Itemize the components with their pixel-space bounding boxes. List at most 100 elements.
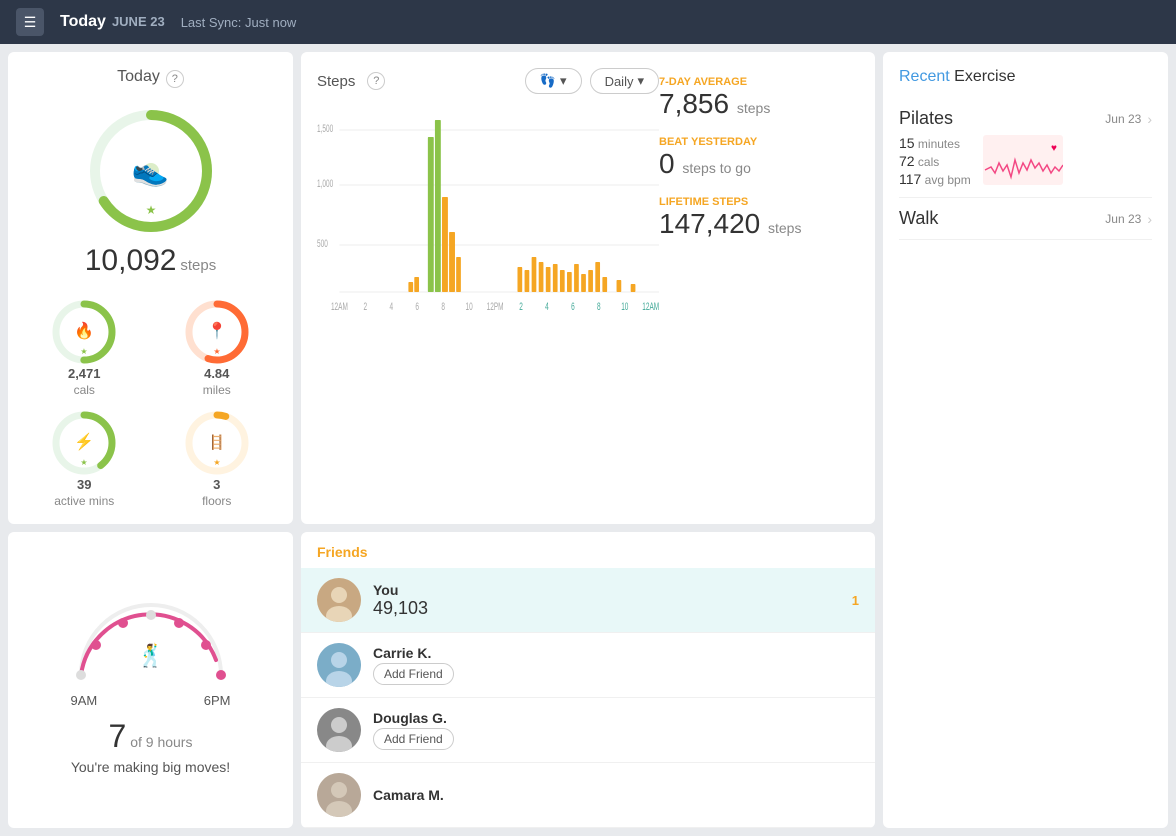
svg-text:★: ★ xyxy=(213,458,220,467)
lifetime-unit: steps xyxy=(768,220,801,236)
friend-avatar-douglas xyxy=(317,708,361,752)
svg-text:📍: 📍 xyxy=(207,321,227,340)
sleep-end: 6PM xyxy=(204,693,231,708)
today-help[interactable]: ? xyxy=(166,70,184,88)
sleep-arc-svg: 🕺 xyxy=(61,585,241,685)
beat-yesterday-unit: steps to go xyxy=(682,160,751,176)
last-sync: Last Sync: Just now xyxy=(181,15,297,30)
floors-value: 3 xyxy=(213,477,220,492)
heart-rate-chart: ♥ xyxy=(983,135,1063,185)
cals-label: cals xyxy=(74,383,95,397)
walk-chevron: › xyxy=(1147,211,1152,227)
svg-text:500: 500 xyxy=(317,237,328,249)
svg-text:🪜: 🪜 xyxy=(208,434,225,451)
friend-item-douglas: Douglas G. Add Friend xyxy=(301,698,875,763)
friend-rank-you: 1 xyxy=(852,593,859,608)
steps-ring: ★ 👟 xyxy=(86,106,216,236)
header-date: JUNE 23 xyxy=(112,14,165,29)
svg-text:4: 4 xyxy=(389,300,393,312)
today-title: Today xyxy=(117,68,160,86)
cals-stat: 🔥 ★ 2,471 cals xyxy=(24,298,145,397)
friend-avatar-carrie xyxy=(317,643,361,687)
active-mins-value: 39 xyxy=(77,477,91,492)
cals-value: 2,471 xyxy=(68,366,101,381)
chevron-down-icon: ▾ xyxy=(560,73,567,89)
svg-text:4: 4 xyxy=(545,300,549,312)
sleep-caption: You're making big moves! xyxy=(71,759,230,775)
pilates-bpm: 117 avg bpm xyxy=(899,171,971,187)
add-friend-carrie[interactable]: Add Friend xyxy=(373,663,454,685)
svg-text:6: 6 xyxy=(571,300,575,312)
svg-text:★: ★ xyxy=(81,347,88,356)
friend-item-carrie: Carrie K. Add Friend xyxy=(301,633,875,698)
svg-text:★: ★ xyxy=(145,203,156,217)
friends-title: Friends xyxy=(301,532,875,568)
svg-text:1,000: 1,000 xyxy=(317,177,333,189)
beat-yesterday-label: Beat Yesterday xyxy=(659,136,859,148)
friend-name-you: You xyxy=(373,582,840,598)
steps-unit: steps xyxy=(180,257,216,274)
header: ☰ Today JUNE 23 Last Sync: Just now xyxy=(0,0,1176,44)
pilates-chevron: › xyxy=(1147,111,1152,127)
period-selector[interactable]: Daily ▾ xyxy=(590,68,659,94)
friend-name-camara: Camara M. xyxy=(373,787,859,803)
pilates-minutes: 15 minutes xyxy=(899,135,971,151)
header-title: Today xyxy=(60,13,106,31)
exercise-item-pilates[interactable]: Pilates Jun 23 › 15 minutes 72 cals 117 … xyxy=(899,98,1152,198)
exercise-name-walk: Walk xyxy=(899,208,938,229)
friend-name-carrie: Carrie K. xyxy=(373,645,859,661)
friend-info-camara: Camara M. xyxy=(373,787,859,803)
device-selector[interactable]: 👣 ▾ xyxy=(525,68,582,94)
svg-text:10: 10 xyxy=(466,300,473,312)
svg-text:12AM: 12AM xyxy=(331,300,348,312)
friend-info-carrie: Carrie K. Add Friend xyxy=(373,645,859,685)
friend-avatar-camara xyxy=(317,773,361,817)
friends-card: Friends You 49,103 1 xyxy=(301,532,875,828)
exercise-title: Recent Exercise xyxy=(899,68,1152,86)
friend-item-you: You 49,103 1 xyxy=(301,568,875,633)
add-friend-douglas[interactable]: Add Friend xyxy=(373,728,454,750)
stats-grid: 🔥 ★ 2,471 cals 📍 ★ xyxy=(24,298,277,508)
walk-date: Jun 23 xyxy=(1105,212,1141,226)
pilates-cals: 72 cals xyxy=(899,153,971,169)
friend-info-you: You 49,103 xyxy=(373,582,840,619)
floors-label: floors xyxy=(202,494,231,508)
svg-text:6: 6 xyxy=(415,300,419,312)
svg-text:2: 2 xyxy=(519,300,523,312)
svg-text:10: 10 xyxy=(621,300,628,312)
svg-text:2: 2 xyxy=(364,300,368,312)
seven-day-unit: steps xyxy=(737,100,770,116)
menu-icon[interactable]: ☰ xyxy=(16,8,44,36)
active-mins-label: active mins xyxy=(54,494,114,508)
friend-name-douglas: Douglas G. xyxy=(373,710,859,726)
steps-chart-area: 1,500 1,000 500 12AM 2 4 6 8 xyxy=(317,102,659,322)
exercise-card: Recent Exercise Pilates Jun 23 › 15 minu… xyxy=(883,52,1168,828)
footprint-icon: 👣 xyxy=(540,73,556,89)
lifetime-value: 147,420 xyxy=(659,208,760,239)
miles-label: miles xyxy=(203,383,231,397)
svg-text:8: 8 xyxy=(597,300,601,312)
exercise-item-walk[interactable]: Walk Jun 23 › xyxy=(899,198,1152,240)
friend-steps-you: 49,103 xyxy=(373,598,840,619)
sleep-unit: of 9 hours xyxy=(130,734,192,750)
chevron-down-icon-2: ▾ xyxy=(637,73,644,89)
sleep-card: 🕺 9AM 6PM 7 of 9 hours You're making big… xyxy=(8,532,293,828)
svg-text:8: 8 xyxy=(441,300,445,312)
floors-stat: 🪜 ★ 3 floors xyxy=(157,409,278,508)
steps-help[interactable]: ? xyxy=(367,72,385,90)
miles-value: 4.84 xyxy=(204,366,229,381)
sleep-count: 7 xyxy=(109,718,127,754)
sleep-times: 9AM 6PM xyxy=(71,693,231,708)
sleep-start: 9AM xyxy=(71,693,98,708)
steps-chart-title: Steps xyxy=(317,73,355,90)
svg-text:🔥: 🔥 xyxy=(74,321,94,340)
main-grid: Today ? ★ 👟 10,092 steps xyxy=(0,44,1176,836)
svg-text:12PM: 12PM xyxy=(487,300,504,312)
steps-card: Steps ? 👣 ▾ Daily ▾ xyxy=(301,52,875,524)
steps-chart-stats: 7-Day Average 7,856 steps Beat Yesterday… xyxy=(659,68,859,322)
friend-avatar-you xyxy=(317,578,361,622)
exercise-name-pilates: Pilates xyxy=(899,108,953,129)
svg-text:⚡: ⚡ xyxy=(74,432,94,451)
friend-info-douglas: Douglas G. Add Friend xyxy=(373,710,859,750)
active-mins-stat: ⚡ ★ 39 active mins xyxy=(24,409,145,508)
